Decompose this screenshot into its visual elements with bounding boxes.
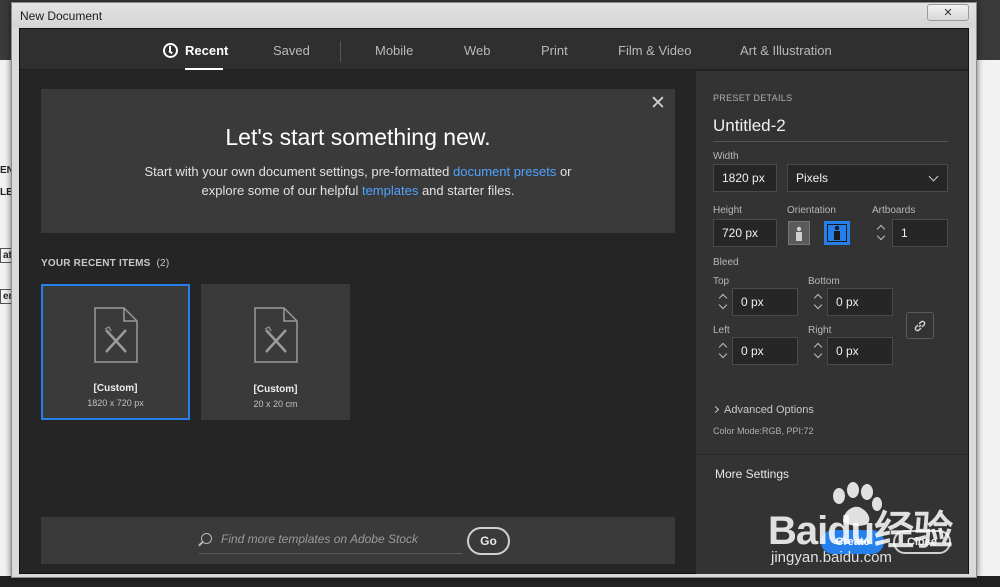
orientation-label: Orientation [787,205,836,216]
tab-divider [340,41,341,62]
banner-text-part: explore some of our helpful [201,183,362,198]
advanced-options-toggle[interactable]: Advanced Options [711,404,814,416]
stock-search-input[interactable]: Find more templates on Adobe Stock [199,528,462,554]
color-mode-summary: Color Mode:RGB, PPI:72 [713,426,814,436]
recent-item-card[interactable]: [Custom] 1820 x 720 px [41,284,190,420]
recent-item-dimensions: 1820 x 720 px [87,398,144,408]
bleed-right-stepper[interactable] [811,337,826,365]
bleed-label: Bleed [713,257,739,268]
recent-items-title: YOUR RECENT ITEMS [41,258,151,269]
bleed-left-stepper[interactable] [716,337,731,365]
units-select-value: Pixels [796,171,829,185]
bleed-left-label: Left [713,325,730,336]
chevron-down-icon [718,349,728,359]
banner-text: Start with your own document settings, p… [41,162,675,200]
bleed-right-field[interactable]: 0 px [827,337,893,365]
tab-print[interactable]: Print [541,43,568,58]
banner-title: Let's start something new. [225,124,491,150]
window-title: New Document [20,9,103,23]
stock-search-placeholder: Find more templates on Adobe Stock [221,532,418,546]
document-name-field[interactable]: Untitled-2 [713,116,948,142]
bleed-top-label: Top [713,276,730,287]
window-close-button[interactable]: ✕ [927,4,969,21]
window-titlebar: New Document ✕ [12,3,976,28]
chevron-down-icon [718,300,728,310]
landscape-orientation-button[interactable] [824,221,850,245]
artboards-stepper[interactable] [874,219,889,247]
bleed-left-field[interactable]: 0 px [732,337,798,365]
bleed-top-field[interactable]: 0 px [732,288,798,316]
chevron-right-icon [711,405,720,414]
preset-details-panel: PRESET DETAILS Untitled-2 Width 1820 px … [696,71,968,574]
link-bleed-button[interactable] [906,312,934,339]
tab-web[interactable]: Web [464,43,491,58]
chevron-down-icon [876,231,886,241]
close-icon: ✕ [943,7,953,19]
recent-item-label: [Custom] [253,384,298,395]
welcome-banner: ✕ Let's start something new. Start with … [41,89,675,233]
banner-text-part: and starter files. [418,183,515,198]
create-button[interactable]: Create [821,530,884,554]
bleed-bottom-label: Bottom [808,276,840,287]
landscape-frame [827,224,847,242]
width-label: Width [713,151,739,162]
adobe-stock-search-bar: Find more templates on Adobe Stock Go [41,517,675,564]
portrait-orientation-button[interactable] [788,221,810,245]
recent-items-count: (2) [156,258,170,269]
divider [696,454,968,455]
recent-item-label: [Custom] [93,383,138,394]
new-document-window: New Document ✕ Recent Saved Mobile Web P… [11,2,977,578]
tab-saved[interactable]: Saved [273,43,310,58]
width-field[interactable]: 1820 px [713,164,777,192]
close-button[interactable]: Close [893,530,951,554]
tab-recent[interactable]: Recent [185,43,228,58]
portrait-icon [796,226,802,241]
more-settings-button[interactable]: More Settings [715,467,789,481]
preset-details-label: PRESET DETAILS [713,93,793,103]
document-icon [254,307,298,363]
chevron-down-icon [813,300,823,310]
bleed-top-stepper[interactable] [716,288,731,316]
templates-link[interactable]: templates [362,183,418,198]
recent-item-dimensions: 20 x 20 cm [253,399,298,409]
document-icon [94,307,138,363]
search-icon [201,533,212,544]
artboards-field[interactable]: 1 [892,219,948,247]
bleed-bottom-field[interactable]: 0 px [827,288,893,316]
banner-text-part: or [556,164,572,179]
clock-icon [163,43,178,58]
preset-category-tabs: Recent Saved Mobile Web Print Film & Vid… [20,29,968,70]
height-field[interactable]: 720 px [713,219,777,247]
bleed-bottom-stepper[interactable] [811,288,826,316]
chevron-down-icon [928,171,939,182]
go-button[interactable]: Go [467,527,510,555]
link-icon [914,320,926,332]
banner-close-icon[interactable]: ✕ [650,94,666,113]
chevron-down-icon [813,349,823,359]
tab-art-illustration[interactable]: Art & Illustration [740,43,832,58]
bleed-right-label: Right [808,325,832,336]
active-tab-indicator [185,68,223,70]
height-label: Height [713,205,742,216]
artboards-label: Artboards [872,205,916,216]
recent-item-card[interactable]: [Custom] 20 x 20 cm [201,284,350,420]
new-document-dialog: Recent Saved Mobile Web Print Film & Vid… [19,28,969,574]
units-select[interactable]: Pixels [787,164,948,192]
banner-text-part: Start with your own document settings, p… [144,164,453,179]
document-presets-link[interactable]: document presets [453,164,556,179]
recent-items-heading: YOUR RECENT ITEMS (2) [41,258,169,269]
tab-film-video[interactable]: Film & Video [618,43,691,58]
advanced-options-label: Advanced Options [724,404,814,416]
tab-mobile[interactable]: Mobile [375,43,413,58]
